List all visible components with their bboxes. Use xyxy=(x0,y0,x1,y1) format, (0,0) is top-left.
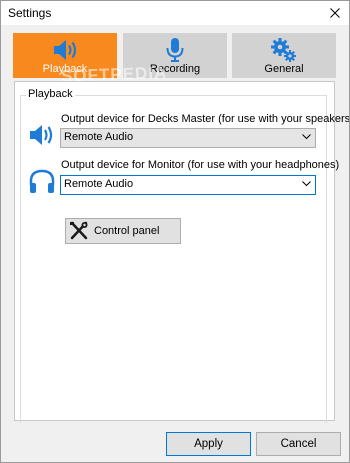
close-button[interactable] xyxy=(321,1,349,25)
apply-button[interactable]: Apply xyxy=(166,432,251,456)
monitor-device-value: Remote Audio xyxy=(64,178,134,190)
headphones-icon xyxy=(27,166,57,196)
gears-icon xyxy=(232,37,336,63)
speaker-icon xyxy=(27,120,57,150)
tools-icon xyxy=(70,221,88,240)
tab-recording[interactable]: Recording xyxy=(123,33,227,78)
monitor-device-label: Output device for Monitor (for use with … xyxy=(61,159,340,171)
master-device-label: Output device for Decks Master (for use … xyxy=(61,113,350,125)
tab-playback[interactable]: Playback xyxy=(13,33,117,78)
chevron-down-icon xyxy=(302,181,311,187)
playback-group: Playback Output device for Decks Master … xyxy=(20,88,349,423)
cancel-button[interactable]: Cancel xyxy=(256,432,341,456)
microphone-icon xyxy=(123,37,227,63)
tab-general[interactable]: General xyxy=(232,33,336,78)
title-bar: Settings xyxy=(1,1,349,25)
tab-recording-label: Recording xyxy=(149,63,201,75)
master-device-value: Remote Audio xyxy=(64,131,134,143)
control-panel-button[interactable]: Control panel xyxy=(65,218,181,244)
playback-panel: Playback Output device for Decks Master … xyxy=(14,81,349,423)
close-icon xyxy=(330,8,340,18)
monitor-device-select[interactable]: Remote Audio xyxy=(60,175,316,195)
tab-playback-label: Playback xyxy=(42,63,88,75)
speaker-icon xyxy=(13,37,117,63)
tab-general-label: General xyxy=(264,63,304,75)
control-panel-label: Control panel xyxy=(94,225,160,237)
settings-window: Settings Playback Recording General SOFT… xyxy=(0,0,350,463)
window-title: Settings xyxy=(8,6,52,20)
master-device-select[interactable]: Remote Audio xyxy=(60,128,316,148)
chevron-down-icon xyxy=(302,134,311,140)
group-title: Playback xyxy=(26,88,75,100)
